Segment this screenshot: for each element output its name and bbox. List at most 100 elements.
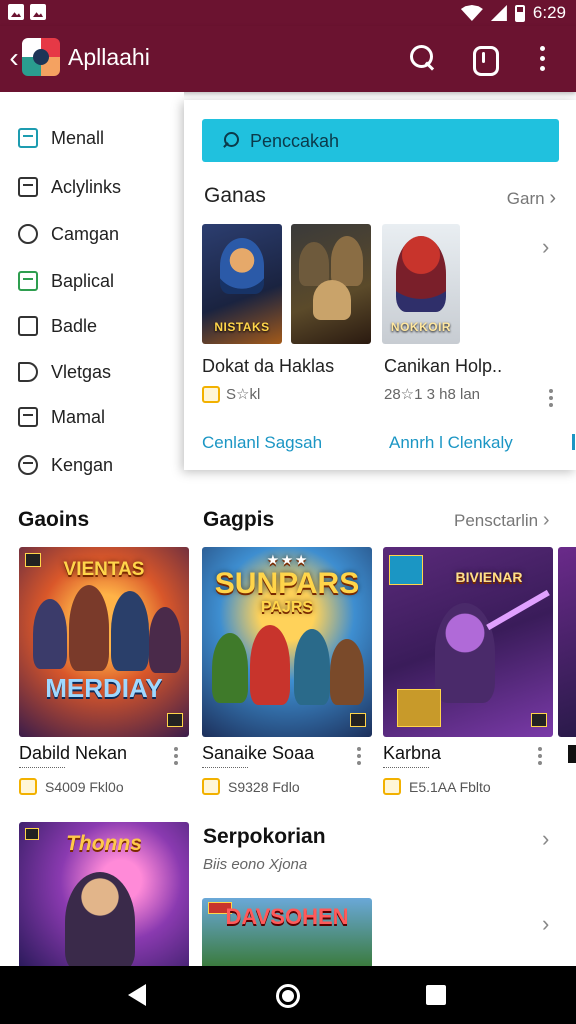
game-thumbnail[interactable] [291, 224, 371, 344]
back-arrow-icon[interactable]: ‹ [4, 42, 24, 74]
rating-badge-icon [202, 778, 220, 795]
cover-top-text: SUNPARS [214, 567, 360, 600]
popup-see-more-link[interactable]: Garn › [507, 187, 556, 210]
age-rating-icon [531, 713, 547, 727]
game-meta: 28☆1 3 h8 lan [384, 385, 480, 403]
more-vert-icon[interactable] [526, 42, 558, 74]
cover-top-text: BIVIENAR [455, 569, 523, 585]
navigation-drawer: Menall Aclylinks Camgan Baplical Badle V… [0, 92, 184, 488]
section-left-title: Gaoins [18, 508, 90, 531]
character-art [149, 607, 181, 673]
card-title-partial [568, 745, 576, 763]
bookmark-icon [18, 316, 38, 336]
search-icon [222, 132, 239, 148]
character-art [220, 238, 264, 294]
sidebar-item-camgan[interactable]: Camgan [18, 217, 119, 251]
section2-subtitle: Biis eono Xjona [203, 856, 308, 873]
character-art [331, 236, 363, 286]
sidebar-item-label: Badle [51, 315, 98, 336]
nav-back-icon[interactable] [128, 984, 146, 1006]
search-icon[interactable] [406, 42, 438, 74]
battery-icon [514, 4, 525, 22]
card-subtitle-line [202, 767, 248, 769]
game-card-partial[interactable] [558, 547, 576, 737]
sidebar-item-label: Menall [51, 127, 105, 148]
sidebar-item-vletgas[interactable]: Vletgas [18, 355, 111, 389]
emblem-icon [397, 689, 441, 727]
search-input[interactable]: Penccakah [202, 119, 559, 162]
card-meta-text: S4009 Fkl0o [45, 778, 124, 795]
character-art [111, 591, 149, 671]
sidebar-item-label: Aclylinks [51, 176, 122, 197]
sidebar-item-mamal[interactable]: Mamal [18, 400, 105, 434]
character-art [69, 585, 109, 671]
calendar-icon [18, 128, 38, 148]
status-time: 6:29 [532, 3, 566, 22]
sword-art [486, 589, 550, 631]
section-see-more-link[interactable]: Pensctarlin › [454, 509, 550, 532]
cover-top-text: DAVSOHEN [225, 904, 349, 929]
section2-title: Serpokorian [203, 825, 326, 848]
card-meta: S4009 Fkl0o [19, 778, 124, 795]
popup-link[interactable]: Annrh l Clenkaly [389, 433, 513, 453]
game-cover[interactable]: Thonns [19, 822, 189, 968]
app-bar: ‹ Apllaahi [0, 26, 576, 92]
globe-icon [18, 455, 38, 475]
popup-link[interactable]: Cenlanl Sagsah [202, 433, 322, 453]
search-placeholder: Penccakah [250, 131, 340, 151]
building-icon [18, 407, 38, 427]
wifi-icon [460, 5, 483, 21]
thumbnail-title: NOKKOIR [390, 320, 452, 334]
window-icon [18, 177, 38, 197]
signal-icon [490, 5, 507, 21]
game-card[interactable]: VIENTAS MERDIAY Dabild Nekan S4009 Fkl0o [19, 547, 189, 795]
character-art [33, 599, 67, 669]
sidebar-item-baplical[interactable]: Baplical [18, 264, 114, 298]
game-cover[interactable]: DAVSOHEN [202, 898, 372, 968]
popup-section-title: Ganas [204, 184, 266, 207]
sidebar-item-aclylinks[interactable]: Aclylinks [18, 170, 121, 204]
nav-home-icon[interactable] [276, 984, 300, 1008]
notification-icon[interactable] [468, 42, 500, 76]
cover-top-text: Thonns [66, 832, 142, 855]
more-options-icon[interactable] [548, 389, 554, 407]
chevron-right-icon[interactable]: › [542, 826, 549, 852]
chevron-right-icon[interactable]: › [542, 234, 549, 260]
game-title[interactable]: Canikan Holp.. [384, 356, 502, 377]
chevron-right-icon: › [549, 187, 556, 209]
system-navigation-bar [0, 966, 576, 1024]
character-art [396, 236, 446, 312]
card-meta-text: S9328 Fdlo [228, 778, 300, 795]
game-card[interactable]: ★ ★ ★ SUNPARS PAJRS Sanaike Soaa S9328 F… [202, 547, 372, 795]
more-options-icon[interactable] [356, 747, 362, 765]
game-meta: S☆kl [202, 385, 260, 403]
chevron-right-icon[interactable]: › [542, 911, 549, 937]
nav-recents-icon[interactable] [426, 985, 446, 1005]
character-art [250, 625, 290, 705]
card-title: Karbna [383, 743, 442, 763]
cover-tagline: ★ ★ ★ [267, 553, 307, 567]
character-art [294, 629, 330, 705]
game-thumbnail[interactable]: NOKKOIR [382, 224, 460, 344]
card-title: Sanaike Soaa [202, 743, 315, 763]
more-options-icon[interactable] [173, 747, 179, 765]
game-rating: S☆kl [226, 386, 261, 403]
game-title[interactable]: Dokat da Haklas [202, 356, 334, 377]
game-card[interactable]: BIVIENAR Karbna E5.1AA Fblto [383, 547, 553, 795]
sidebar-item-menall[interactable]: Menall [18, 121, 104, 155]
sidebar-item-badle[interactable]: Badle [18, 309, 97, 343]
game-cover: ★ ★ ★ SUNPARS PAJRS [202, 547, 372, 737]
character-art [330, 639, 364, 705]
card-subtitle-line [383, 767, 429, 769]
photo-notification-icon [30, 4, 46, 20]
sidebar-item-kengan[interactable]: Kengan [18, 448, 113, 482]
chevron-right-icon: › [542, 509, 550, 531]
cover-top-text: VIENTAS [63, 559, 145, 580]
more-options-icon[interactable] [537, 747, 543, 765]
link-overflow-mark [572, 434, 575, 450]
game-thumbnail[interactable]: NISTAKS [202, 224, 282, 344]
card-title: Dabild Nekan [19, 743, 128, 763]
character-art [435, 603, 495, 703]
character-art [212, 633, 248, 703]
card-meta-text: E5.1AA Fblto [409, 778, 491, 795]
